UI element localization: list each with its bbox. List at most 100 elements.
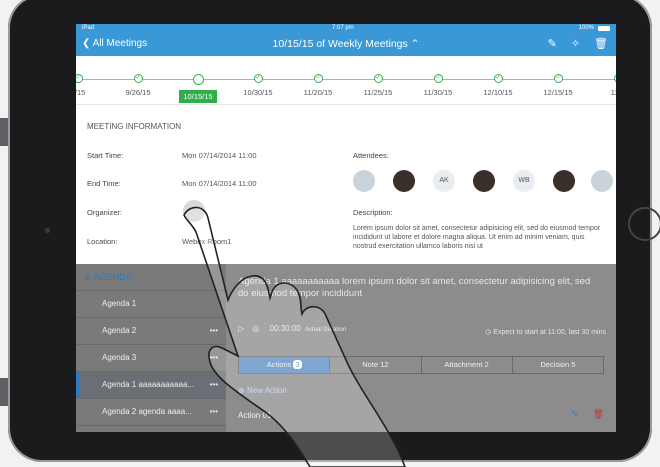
tab-note[interactable]: Note 12 <box>330 357 422 373</box>
home-button[interactable] <box>628 207 660 241</box>
agenda-item-label: Agenda 1 aaaaaaaaaaa... <box>102 380 195 389</box>
start-time-value: Mon 07/14/2014 11:00 <box>182 151 257 160</box>
description-label: Description: <box>353 208 393 217</box>
device-name: iPad <box>82 25 95 31</box>
clock: 7:07 pm <box>332 25 354 31</box>
attendee-avatar[interactable] <box>353 170 375 192</box>
tab-label: Decision <box>540 360 570 369</box>
duration-label: Actual Duration <box>304 327 347 333</box>
tab-count: 12 <box>380 360 389 369</box>
timeline-date: 9/26/15 <box>125 88 151 97</box>
section-title: MEETING INFORMATION <box>87 122 182 131</box>
agenda-title: Agenda 1 aaaaaaaaaaa lorem ipsum dolor s… <box>238 276 591 299</box>
timeline-date: 12/2 <box>610 88 616 97</box>
trash-icon[interactable]: 🗑 <box>593 409 604 420</box>
timeline-dot-icon: ✓ <box>76 74 83 83</box>
timeline-date: 12/10/15 <box>483 88 513 97</box>
timeline-item[interactable]: ✓ 12/2 <box>588 74 616 97</box>
stop-icon[interactable]: ◎ <box>252 324 259 333</box>
organizer-avatar[interactable] <box>183 200 205 222</box>
agenda-item-selected[interactable]: Agenda 1 aaaaaaaaaaa... ••• <box>76 372 226 399</box>
timeline-item[interactable]: ✓ 9/26/15 <box>108 74 168 97</box>
trash-icon[interactable]: 🗑 <box>594 37 608 50</box>
expect-label: Expect to start at 11:00, last 30 mins <box>493 329 606 336</box>
timeline-item[interactable]: ✓ 0/15 <box>76 74 108 97</box>
agenda-item[interactable]: Agenda 3 ••• <box>76 345 226 372</box>
description-text: Lorem ipsum dolor sit amet, consectetur … <box>353 225 601 250</box>
tab-count: 3 <box>293 360 302 369</box>
tab-actions[interactable]: Actions 3 <box>239 357 331 373</box>
attendee-avatar[interactable] <box>473 170 495 192</box>
nav-actions: ✎ ✧ 🗑 <box>548 37 608 50</box>
plus-circle-icon: ⊕ <box>238 386 245 395</box>
meeting-timeline: ✓0/15✓9/26/1510/15/15✓10/30/15✓11/20/15✓… <box>76 56 616 105</box>
timeline-item[interactable]: ✓ 12/15/15 <box>528 74 588 97</box>
tab-label: Attachment <box>444 360 483 369</box>
action-icons: ✎ 🗑 <box>571 409 604 420</box>
agenda-panel: ⊕ AGENDA Agenda 1 Agenda 2 ••• Agenda 3 ••… <box>76 264 616 432</box>
agenda-item[interactable]: Agenda 1 <box>76 291 226 318</box>
agenda-item-label: Agenda 2 agenda aaaa... <box>102 407 192 416</box>
agenda-item-label: Agenda 3 <box>102 353 137 362</box>
timeline-item[interactable]: ✓ 10/30/15 <box>228 74 288 97</box>
timeline-dot-icon: ✓ <box>493 74 503 83</box>
timeline-item[interactable]: ✓ 11/25/15 <box>348 74 408 97</box>
more-icon[interactable]: ••• <box>210 345 218 371</box>
timeline-date: 11/20/15 <box>303 88 333 97</box>
attendee-avatar[interactable] <box>553 170 575 192</box>
timeline-date: 10/30/15 <box>243 88 273 97</box>
timeline-date: 11/25/15 <box>363 88 393 97</box>
attendee-avatar[interactable] <box>393 170 415 192</box>
plus-circle-icon[interactable]: ⊕ <box>84 272 92 282</box>
end-time-value: Mon 07/14/2014 11:00 <box>182 179 257 188</box>
status-bar: iPad 7:07 pm 100% <box>76 24 616 34</box>
tab-attachment[interactable]: Attachment 2 <box>422 357 513 373</box>
new-action-label: New Action <box>246 386 287 395</box>
timeline-item[interactable]: 10/15/15 <box>168 74 228 104</box>
battery-icon <box>598 26 610 31</box>
attendee-avatar[interactable] <box>591 170 613 192</box>
pin-icon[interactable]: ✧ <box>571 37 580 50</box>
navbar: ❮ All Meetings 10/15/15 of Weekly Meetin… <box>76 34 616 56</box>
timeline-dot-icon <box>192 74 204 85</box>
timeline-item[interactable]: ✓ 11/30/15 <box>408 74 468 97</box>
expect-text: ◷ Expect to start at 11:00, last 30 mins <box>485 328 606 336</box>
agenda-item-label: Agenda 2 <box>102 326 137 335</box>
timeline-date: 0/15 <box>76 88 86 97</box>
tab-count: 2 <box>484 360 489 369</box>
battery-level: 100% <box>578 25 594 31</box>
edit-icon[interactable]: ✎ <box>571 409 579 420</box>
agenda-item-label: Agenda 1 <box>102 299 137 308</box>
timeline-dot-icon: ✓ <box>373 74 383 83</box>
timeline-item[interactable]: ✓ 11/20/15 <box>288 74 348 97</box>
timeline-item[interactable]: ✓ 12/10/15 <box>468 74 528 97</box>
timeline-dot-icon: ✓ <box>313 74 323 83</box>
tab-decision[interactable]: Decision 5 <box>513 357 603 373</box>
play-icon[interactable]: ▷ <box>238 324 244 333</box>
clock-icon: ◷ <box>485 329 492 336</box>
more-icon[interactable]: ••• <box>210 399 218 425</box>
new-action-button[interactable]: ⊕ New Action <box>238 386 287 395</box>
attendee-avatar[interactable]: WB <box>513 170 535 192</box>
agenda-item[interactable]: Agenda 2 ••• <box>76 318 226 345</box>
location-label: Location: <box>87 237 118 246</box>
timeline-date: 10/15/15 <box>179 90 217 103</box>
edit-icon[interactable]: ✎ <box>548 37 557 50</box>
page-title[interactable]: 10/15/15 of Weekly Meetings ⌃ <box>76 38 616 50</box>
timeline-date: 11/30/15 <box>423 88 453 97</box>
attendees-label: Attendees: <box>353 151 389 160</box>
agenda-header[interactable]: ⊕ AGENDA <box>76 264 226 291</box>
more-icon[interactable]: ••• <box>210 372 218 398</box>
start-time-label: Start Time: <box>87 151 124 160</box>
tab-count: 5 <box>571 360 576 369</box>
timeline-dot-icon: ✓ <box>613 74 616 83</box>
timeline-dot-icon: ✓ <box>433 74 443 83</box>
more-icon[interactable]: ••• <box>210 318 218 344</box>
agenda-header-label: AGENDA <box>93 272 132 282</box>
attendee-avatar[interactable]: AK <box>433 170 455 192</box>
ipad-frame: iPad 7:07 pm 100% ❮ All Meetings 10/15/1… <box>8 0 660 462</box>
action-row[interactable]: Action 01 <box>238 411 271 420</box>
agenda-sidebar: ⊕ AGENDA Agenda 1 Agenda 2 ••• Agenda 3 ••… <box>76 264 226 432</box>
agenda-item[interactable]: Agenda 2 agenda aaaa... ••• <box>76 399 226 426</box>
tab-label: Actions <box>266 360 292 369</box>
